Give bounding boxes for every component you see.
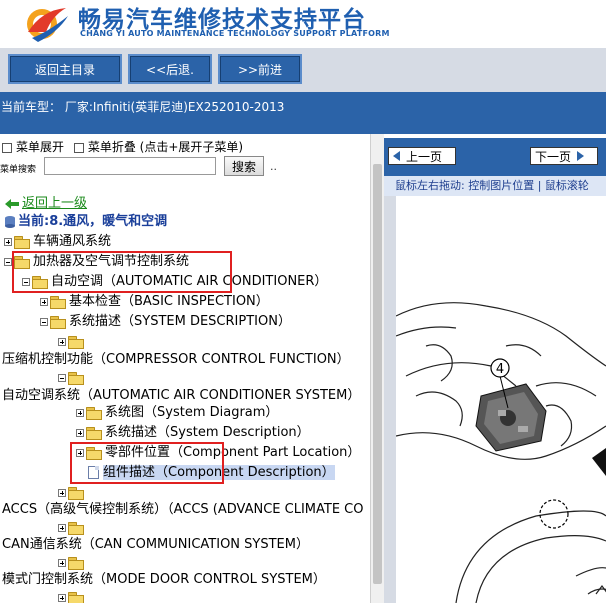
tree-item-label[interactable]: 系统图（System Diagram） [105,405,278,420]
menu-search-input[interactable] [44,157,216,175]
tree-item-label[interactable]: 模式门控制系统（MODE DOOR CONTROL SYSTEM） [2,572,326,587]
tree-item[interactable]: 系统描述（SYSTEM DESCRIPTION） [40,313,291,331]
current-vehicle-bar: 当前车型： 厂家:Infiniti(英菲尼迪)EX252010-2013 [0,92,606,134]
tree-item[interactable] [58,589,87,603]
tree-item[interactable]: ACCS（高级气候控制系统）（ACCS (ADVANCE CLIMATE CO [2,501,363,519]
viewer-hint: 鼠标左右拖动: 控制图片位置 | 鼠标滚轮 [384,176,606,196]
component-diagram[interactable]: 4 [395,196,606,603]
tree-item[interactable] [58,484,87,502]
collapse-all-link[interactable]: 菜单折叠 (点击+展开子菜单) [88,140,243,154]
tree-item[interactable]: 模式门控制系统（MODE DOOR CONTROL SYSTEM） [2,571,326,589]
tree-item[interactable]: 基本检查（BASIC INSPECTION） [40,293,269,311]
expand-checkbox-icon[interactable] [2,142,12,153]
expand-toggle-icon[interactable] [58,337,66,346]
scrollbar-thumb[interactable] [373,164,382,584]
tree-item[interactable]: 压缩机控制功能（COMPRESSOR CONTROL FUNCTION） [2,351,350,369]
tree-item-label[interactable]: 压缩机控制功能（COMPRESSOR CONTROL FUNCTION） [2,352,350,367]
back-up-link[interactable]: 返回上一级 [4,195,87,213]
search-button[interactable]: 搜索 [224,156,264,176]
arrow-left-icon [393,151,400,161]
expand-toggle-icon[interactable] [4,237,12,246]
prev-page-button[interactable]: 上一页 [388,147,456,165]
folder-icon [50,295,66,309]
expand-toggle-icon[interactable] [58,558,66,567]
expand-toggle-icon[interactable] [58,593,66,602]
next-page-label: 下一页 [535,149,572,164]
folder-icon [86,426,102,440]
viewer-toolbar: 上一页 下一页 [384,138,606,176]
forward-button[interactable]: >>前进 [218,54,302,84]
tree-item[interactable]: 系统图（System Diagram） [76,404,278,422]
folder-icon [68,335,84,349]
component-diagram-drawing: 4 [395,302,606,603]
database-icon [5,215,15,228]
tree-item[interactable]: CAN通信系统（CAN COMMUNICATION SYSTEM） [2,536,309,554]
nav-bar: 返回主目录 <<后退. >>前进 [0,48,606,92]
tree-item[interactable] [58,333,87,351]
expand-toggle-icon[interactable] [58,488,66,497]
tree-item[interactable] [58,369,87,387]
logo-icon [27,8,68,42]
folder-icon [68,591,84,603]
site-subtitle: CHANG YI AUTO MAINTENANCE TECHNOLOGY SUP… [80,29,390,38]
expand-toggle-icon[interactable] [58,523,66,532]
folder-icon [68,521,84,535]
home-button[interactable]: 返回主目录 [8,54,122,84]
menu-tree-panel: 菜单展开 菜单折叠 (点击+展开子菜单) 菜单搜索 搜索 .. 返回上一级 当前… [0,134,370,603]
prev-page-label: 上一页 [406,149,443,164]
tree-scrollbar[interactable] [370,134,385,603]
expand-toggle-icon[interactable] [40,297,48,306]
annotation-box-component [70,442,224,484]
tree-toolbar: 菜单展开 菜单折叠 (点击+展开子菜单) [2,138,243,155]
search-ellipsis: .. [270,160,277,173]
back-button[interactable]: <<后退. [128,54,212,84]
tree-item[interactable]: 系统描述（System Description） [76,424,310,442]
folder-open-icon [50,315,66,329]
tree-item[interactable]: 自动空调系统（AUTOMATIC AIR CONDITIONER SYSTEM） [2,387,360,405]
tree-item-label[interactable]: ACCS（高级气候控制系统）（ACCS (ADVANCE CLIMATE CO [2,502,363,517]
current-vehicle-label: 当前车型： 厂家:Infiniti(英菲尼迪)EX252010-2013 [1,100,285,114]
back-up-label[interactable]: 返回上一级 [22,196,87,211]
folder-icon [68,486,84,500]
arrow-right-icon [577,151,585,161]
viewer-gutter [384,196,396,603]
collapse-checkbox-icon[interactable] [73,142,84,153]
site-header: 畅易汽车维修技术支持平台 CHANG YI AUTO MAINTENANCE T… [0,0,606,48]
folder-open-icon [68,371,84,385]
folder-icon [14,235,30,249]
collapse-toggle-icon[interactable] [40,317,48,326]
tree-item-label[interactable]: 系统描述（SYSTEM DESCRIPTION） [69,314,291,329]
tree-item-label[interactable]: 基本检查（BASIC INSPECTION） [69,294,269,309]
annotation-box-heater [12,251,232,293]
collapse-toggle-icon[interactable] [58,373,66,382]
tree-item[interactable] [58,519,87,537]
expand-toggle-icon[interactable] [76,408,84,417]
callout-number: 4 [496,362,504,377]
tree-item-label[interactable]: CAN通信系统（CAN COMMUNICATION SYSTEM） [2,537,309,552]
expand-toggle-icon[interactable] [76,428,84,437]
tree-item[interactable]: 车辆通风系统 [4,233,111,251]
folder-icon [86,406,102,420]
back-arrow-icon [5,198,19,209]
next-page-button[interactable]: 下一页 [530,147,598,165]
collapse-toggle-icon[interactable] [4,257,12,266]
search-label: 菜单搜索 [0,165,37,175]
current-category-label: 当前:8.通风，暖气和空调 [18,214,168,229]
expand-all-link[interactable]: 菜单展开 [16,140,64,154]
current-category: 当前:8.通风，暖气和空调 [4,213,167,231]
folder-icon [68,556,84,570]
tree-item-label[interactable]: 车辆通风系统 [33,234,111,249]
tree-item[interactable] [58,554,87,572]
tree-item-label[interactable]: 自动空调系统（AUTOMATIC AIR CONDITIONER SYSTEM） [2,388,360,403]
image-viewer-panel: 上一页 下一页 鼠标左右拖动: 控制图片位置 | 鼠标滚轮 4 [384,134,606,603]
tree-item-label[interactable]: 系统描述（System Description） [105,425,310,440]
